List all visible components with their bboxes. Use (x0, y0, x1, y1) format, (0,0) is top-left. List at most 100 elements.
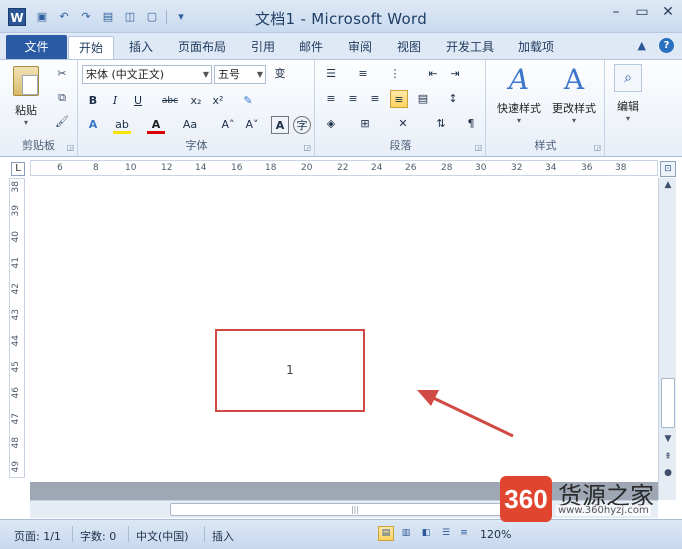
paste-button[interactable]: 粘贴 ▾ (6, 66, 46, 127)
tab-page-layout[interactable]: 页面布局 (170, 36, 234, 59)
increase-indent-icon[interactable]: ⇥ (446, 65, 464, 83)
page-number[interactable]: 1 (217, 363, 363, 377)
multilevel-list-icon[interactable]: ⋮ (386, 65, 404, 83)
minimize-icon[interactable]: – (608, 4, 624, 20)
quick-styles-button[interactable]: A 快速样式 ▾ (491, 64, 547, 126)
char-border-button[interactable]: A (271, 116, 289, 134)
highlight-color-icon[interactable]: ab (113, 116, 131, 134)
tab-insert[interactable]: 插入 (118, 36, 164, 59)
grow-font-button[interactable]: A˄ (217, 116, 239, 134)
browse-object-icon[interactable]: ● (661, 466, 675, 480)
chevron-down-icon: ▾ (516, 116, 521, 125)
tab-review[interactable]: 审阅 (336, 36, 384, 59)
vertical-ruler[interactable]: 38 39 40 41 42 43 44 45 46 47 48 49 (9, 178, 25, 478)
subscript-button[interactable]: x₂ (187, 92, 205, 110)
justify-icon[interactable]: ≡ (390, 90, 408, 108)
format-painter-icon[interactable]: 🖌 (54, 114, 70, 130)
editing-button[interactable]: ⌕ 编辑 ▾ (608, 64, 648, 123)
chinese-layout-icon[interactable]: ✕ (394, 115, 412, 133)
status-word-count[interactable]: 字数: 0 (80, 528, 116, 544)
ruler-tick: 32 (511, 163, 523, 173)
italic-button[interactable]: I (106, 92, 124, 110)
scroll-down-icon[interactable]: ▼ (661, 432, 675, 446)
status-language[interactable]: 中文(中国) (136, 528, 189, 544)
ruler-tick: 18 (265, 163, 277, 173)
ruler-tick: 44 (11, 335, 21, 347)
scroll-up-icon[interactable]: ▲ (661, 178, 675, 192)
ruler-tick: 38 (11, 181, 21, 193)
status-divider (128, 526, 129, 542)
change-case-button[interactable]: Aa (179, 116, 201, 134)
maximize-icon[interactable]: ▭ (634, 4, 650, 20)
draft-icon[interactable]: ≡ (456, 526, 472, 541)
bold-button[interactable]: B (84, 92, 102, 110)
dialog-launcher-icon[interactable]: ◲ (66, 143, 74, 152)
enclose-char-button[interactable]: 字 (293, 116, 311, 134)
borders-icon[interactable]: ⊞ (356, 115, 374, 133)
tab-home[interactable]: 开始 (68, 36, 114, 59)
watermark-logo: 360 (500, 476, 552, 522)
status-insert-mode[interactable]: 插入 (212, 528, 234, 544)
view-ruler-toggle[interactable]: ⊡ (660, 161, 676, 177)
tab-view[interactable]: 视图 (386, 36, 432, 59)
numbering-icon[interactable]: ≡ (354, 65, 372, 83)
chevron-down-icon: ▾ (571, 116, 576, 125)
scroll-thumb[interactable] (661, 378, 675, 428)
vertical-scrollbar[interactable]: ▲ ▼ ⇞ ● (658, 178, 676, 500)
align-center-icon[interactable]: ≡ (344, 90, 362, 108)
underline-button[interactable]: U (129, 92, 147, 110)
distributed-icon[interactable]: ▤ (414, 90, 432, 108)
align-left-icon[interactable]: ≡ (322, 90, 340, 108)
web-layout-icon[interactable]: ◧ (418, 526, 434, 541)
font-size-select[interactable]: 五号 ▼ (214, 65, 266, 84)
annotation-arrow-icon (417, 390, 514, 438)
dialog-launcher-icon[interactable]: ◲ (303, 143, 311, 152)
tab-stop-selector[interactable]: L (11, 162, 25, 176)
zoom-level[interactable]: 120% (480, 528, 511, 541)
dialog-launcher-icon[interactable]: ◲ (593, 143, 601, 152)
tab-mailings[interactable]: 邮件 (288, 36, 334, 59)
scroll-thumb[interactable]: ||| (170, 503, 540, 516)
horizontal-ruler[interactable]: 6 8 10 12 14 16 18 20 22 24 26 28 30 32 … (30, 160, 658, 176)
change-styles-button[interactable]: A 更改样式 ▾ (545, 64, 603, 126)
outline-icon[interactable]: ☰ (438, 526, 454, 541)
print-layout-icon[interactable]: ▤ (378, 526, 394, 541)
close-icon[interactable]: ✕ (660, 4, 676, 20)
text-effects-icon[interactable]: A (84, 116, 102, 134)
status-page[interactable]: 页面: 1/1 (14, 528, 61, 544)
font-name-select[interactable]: 宋体 (中文正文) ▼ (82, 65, 212, 84)
font-name-value: 宋体 (中文正文) (86, 68, 165, 81)
help-icon[interactable]: ? (659, 38, 674, 53)
phonetic-guide-button[interactable]: 变 (271, 65, 289, 83)
copy-icon[interactable]: ⧉ (54, 90, 70, 106)
tab-file[interactable]: 文件 (6, 35, 67, 59)
ribbon-minimize-icon[interactable]: ▲ (638, 39, 646, 52)
ruler-tick: 39 (11, 205, 21, 217)
ruler-tick: 45 (11, 361, 21, 373)
tab-developer[interactable]: 开发工具 (436, 36, 504, 59)
align-right-icon[interactable]: ≡ (366, 90, 384, 108)
dialog-launcher-icon[interactable]: ◲ (474, 143, 482, 152)
clear-format-icon[interactable]: ✎ (239, 92, 257, 110)
window-controls: – ▭ ✕ (608, 4, 676, 20)
ruler-tick: 40 (11, 231, 21, 243)
tab-references[interactable]: 引用 (240, 36, 286, 59)
prev-page-icon[interactable]: ⇞ (661, 450, 675, 464)
superscript-button[interactable]: x² (209, 92, 227, 110)
strikethrough-button[interactable]: abc (161, 92, 179, 110)
line-spacing-icon[interactable]: ↕ (444, 90, 462, 108)
status-divider (204, 526, 205, 542)
chevron-down-icon: ▼ (256, 70, 263, 79)
sort-icon[interactable]: ⇅ (432, 115, 450, 133)
page-number-highlight: 1 (215, 329, 365, 412)
shading-icon[interactable]: ◈ (322, 115, 340, 133)
cut-icon[interactable]: ✂ (54, 66, 70, 82)
font-color-icon[interactable]: A (147, 116, 165, 134)
show-marks-icon[interactable]: ¶ (462, 115, 480, 133)
tab-addins[interactable]: 加载项 (508, 36, 564, 59)
ruler-tick: 43 (11, 309, 21, 321)
full-screen-reading-icon[interactable]: ▥ (398, 526, 414, 541)
bullets-icon[interactable]: ☰ (322, 65, 340, 83)
decrease-indent-icon[interactable]: ⇤ (424, 65, 442, 83)
shrink-font-button[interactable]: A˅ (241, 116, 263, 134)
